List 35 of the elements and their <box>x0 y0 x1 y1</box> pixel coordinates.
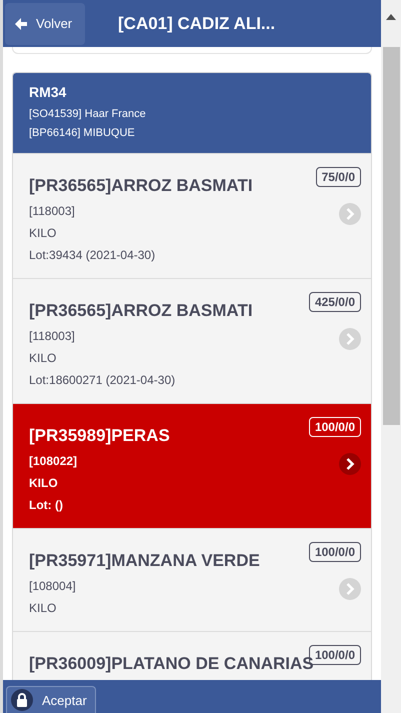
product-lot: Lot:39434 (2021-04-30) <box>29 247 156 264</box>
scrollbar-thumb[interactable] <box>382 47 400 425</box>
product-lot: Lot: () <box>29 497 64 514</box>
quantity-badge: 100/0/0 <box>308 542 361 562</box>
back-arrow-icon <box>14 16 28 30</box>
page-title: [CA01] CADIZ ALI... <box>118 14 276 34</box>
product-item[interactable]: [PR35971]MANZANA VERDE [108004] KILO 100/0/0 <box>13 528 371 631</box>
product-unit: KILO <box>29 600 58 617</box>
product-code: [108004] <box>29 578 77 595</box>
quantity-badge: 425/0/0 <box>308 292 361 312</box>
group-detail: [SO41539] Haar France <box>29 107 147 122</box>
product-unit: KILO <box>29 225 58 242</box>
product-code: [118003] <box>29 203 76 220</box>
product-name: [PR36565]ARROZ BASMATI <box>29 301 254 321</box>
quantity-badge: 100/0/0 <box>308 417 361 437</box>
product-name: [PR35989]PERAS <box>29 426 171 446</box>
accept-button[interactable]: Aceptar <box>6 686 96 713</box>
product-code: [118003] <box>29 328 76 345</box>
product-lot: Lot:18600271 (2021-04-30) <box>29 372 176 389</box>
chevron-right-icon[interactable] <box>339 453 361 475</box>
scroll-up-icon[interactable] <box>386 14 396 20</box>
product-name: [PR36565]ARROZ BASMATI <box>29 176 254 196</box>
lock-icon <box>11 689 33 711</box>
quantity-badge: 75/0/0 <box>316 167 361 187</box>
product-item[interactable]: [PR36565]ARROZ BASMATI [118003] KILO Lot:39434 (2021-04-30) 75/0/0 <box>13 153 371 278</box>
product-name: [PR35971]MANZANA VERDE <box>29 551 261 571</box>
product-unit: KILO <box>29 350 58 367</box>
product-unit: KILO <box>29 475 59 492</box>
group-detail: [BP66146] MIBUQUE <box>29 126 136 141</box>
product-code: [108022] <box>29 453 78 470</box>
group-title: RM34 <box>29 84 68 100</box>
product-item[interactable]: [PR35989]PERAS [108022] KILO Lot: () 100/0/0 <box>13 403 371 528</box>
back-button[interactable]: Volver <box>5 2 85 44</box>
scrollbar[interactable] <box>381 0 401 713</box>
product-item[interactable]: [PR36565]ARROZ BASMATI [118003] KILO Lot:18600271 (2021-04-30) 425/0/0 <box>13 278 371 403</box>
